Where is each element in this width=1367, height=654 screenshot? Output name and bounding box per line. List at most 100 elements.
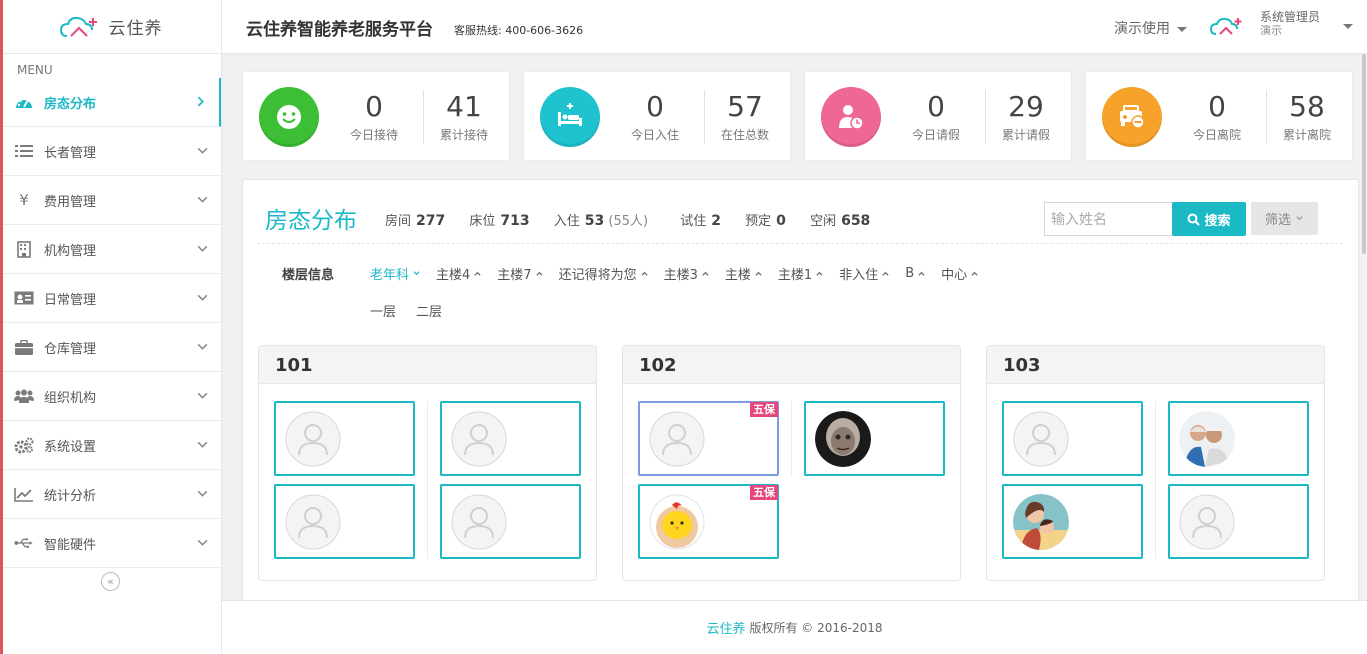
sidebar-item-label: 费用管理 xyxy=(44,194,97,210)
default-avatar-icon xyxy=(649,411,705,467)
sidebar-item-institution[interactable]: 机构管理 xyxy=(0,225,221,274)
divider xyxy=(1155,401,1156,559)
car-minus-icon xyxy=(1102,87,1162,147)
checkin-people: (55人) xyxy=(608,214,649,229)
building-tab[interactable]: 还记得将为您 xyxy=(559,264,649,283)
footer-brand[interactable]: 云住养 xyxy=(706,618,745,637)
platform-title: 云住养智能养老服务平台 xyxy=(246,20,433,40)
bed-card[interactable]: 五保 xyxy=(638,484,779,559)
sidebar-item-warehouse[interactable]: 仓库管理 xyxy=(0,323,221,372)
room-number: 102 xyxy=(623,346,960,384)
building-tab[interactable]: 中心 xyxy=(941,264,979,283)
chevron-up-icon xyxy=(816,271,823,276)
sidebar-collapse-button[interactable]: « xyxy=(0,568,221,591)
sidebar-item-statistics[interactable]: 统计分析 xyxy=(0,470,221,519)
stat-total-value: 58 xyxy=(1289,90,1325,123)
sidebar-item-organization[interactable]: 组织机构 xyxy=(0,372,221,421)
bed-card[interactable] xyxy=(1002,484,1143,559)
building-tab[interactable]: 主楼7 xyxy=(497,264,543,283)
name-search-input[interactable]: 输入姓名 xyxy=(1044,202,1174,236)
smile-icon xyxy=(259,87,319,147)
bed-card[interactable] xyxy=(440,484,581,559)
elderly-couple-photo xyxy=(1179,411,1235,467)
stat-today-value: 0 xyxy=(927,90,945,123)
building-tab[interactable]: 主楼 xyxy=(725,264,763,283)
room-status-panel: 房态分布 房间 277 床位 713 入住 53 (55人) 试住 2 预定 0 空闲 65… xyxy=(242,179,1359,600)
sidebar-item-label: 长者管理 xyxy=(44,145,97,161)
chevron-up-icon xyxy=(474,271,481,276)
stat-today-label: 今日接待 xyxy=(349,128,398,142)
logo[interactable]: 云住养 xyxy=(0,0,221,54)
window-edge xyxy=(0,0,3,654)
chevron-down-icon xyxy=(197,294,208,301)
user-menu[interactable]: 系统管理员 演示 xyxy=(1260,10,1320,38)
building-tab[interactable]: B xyxy=(905,264,926,283)
building-tab-label: 中心 xyxy=(941,268,968,283)
bed-card[interactable] xyxy=(1168,484,1309,559)
building-tab-label: 主楼1 xyxy=(777,268,813,283)
bed-card[interactable] xyxy=(1002,401,1143,476)
chevron-down-icon xyxy=(197,343,208,350)
room-card: 102 五保 五保 xyxy=(622,345,961,581)
stat-total-label: 累计离院 xyxy=(1282,128,1331,142)
bed-card[interactable] xyxy=(440,401,581,476)
building-tab[interactable]: 非入住 xyxy=(839,264,890,283)
chevron-up-icon xyxy=(535,271,543,276)
sidebar-item-room-status[interactable]: 房态分布 xyxy=(0,78,221,127)
reserved-value: 0 xyxy=(776,213,786,229)
caret-down-icon xyxy=(1177,26,1188,32)
chevron-down-icon xyxy=(197,539,208,546)
building-tab[interactable]: 主楼4 xyxy=(436,264,482,283)
building-tab[interactable]: 主楼1 xyxy=(778,264,824,283)
footer: 云住养 版权所有 © 2016-2018 xyxy=(222,600,1367,654)
building-tab[interactable]: 老年科 xyxy=(370,264,421,283)
search-button[interactable]: 搜索 xyxy=(1172,202,1246,236)
bed-card[interactable]: 五保 xyxy=(638,401,779,476)
chevron-up-icon xyxy=(971,271,978,276)
rooms-label: 房间 xyxy=(385,214,412,229)
chevron-up-icon xyxy=(755,271,762,276)
scrollbar-thumb[interactable] xyxy=(1362,54,1366,254)
floor-levels: 一层 二层 xyxy=(370,301,442,320)
bed-card[interactable] xyxy=(1168,401,1309,476)
caret-down-icon[interactable] xyxy=(1343,24,1353,29)
chevron-down-icon xyxy=(197,490,208,497)
search-icon xyxy=(1187,213,1201,226)
tag-badge: 五保 xyxy=(750,402,778,417)
sidebar-item-settings[interactable]: 系统设置 xyxy=(0,421,221,470)
checkin-value: 53 xyxy=(584,213,605,229)
stat-total-value: 57 xyxy=(727,90,763,123)
building-tab[interactable]: 主楼3 xyxy=(664,264,710,283)
floor-level-tab[interactable]: 一层 xyxy=(370,301,396,320)
sidebar-item-fees[interactable]: ¥ 费用管理 xyxy=(0,176,221,225)
user-avatar[interactable] xyxy=(1210,14,1244,38)
building-tab-label: 主楼 xyxy=(724,268,751,283)
default-avatar-icon xyxy=(1179,494,1235,550)
bed-card[interactable] xyxy=(274,484,415,559)
chevron-down-icon xyxy=(197,196,208,203)
elderly-woman-photo xyxy=(815,411,871,467)
filter-button[interactable]: 筛选 xyxy=(1251,202,1318,235)
sidebar-item-hardware[interactable]: 智能硬件 xyxy=(0,519,221,568)
bed-card[interactable] xyxy=(804,401,945,476)
sidebar-item-label: 组织机构 xyxy=(44,390,97,406)
person-clock-icon xyxy=(821,87,881,147)
user-role: 演示 xyxy=(1260,24,1282,37)
cartoon-chick-avatar xyxy=(649,494,705,550)
stat-today-value: 0 xyxy=(646,90,664,123)
tag-badge: 五保 xyxy=(750,485,778,500)
sidebar-item-daily[interactable]: 日常管理 xyxy=(0,274,221,323)
stat-total-value: 41 xyxy=(446,90,482,123)
sidebar-item-elders[interactable]: 长者管理 xyxy=(0,127,221,176)
gears-icon xyxy=(14,436,34,454)
sidebar-item-label: 系统设置 xyxy=(44,439,97,455)
reserved-label: 预定 xyxy=(745,214,772,229)
building-tab-label: 非入住 xyxy=(839,268,879,283)
chevron-down-icon xyxy=(1296,216,1303,221)
menu-label: MENU xyxy=(17,63,53,77)
stat-card-checkin: 0 今日入住 57 在住总数 xyxy=(523,71,791,161)
demo-dropdown[interactable]: 演示使用 xyxy=(1114,18,1188,38)
floor-level-tab[interactable]: 二层 xyxy=(416,301,442,320)
chevron-up-icon xyxy=(640,271,648,276)
bed-card[interactable] xyxy=(274,401,415,476)
